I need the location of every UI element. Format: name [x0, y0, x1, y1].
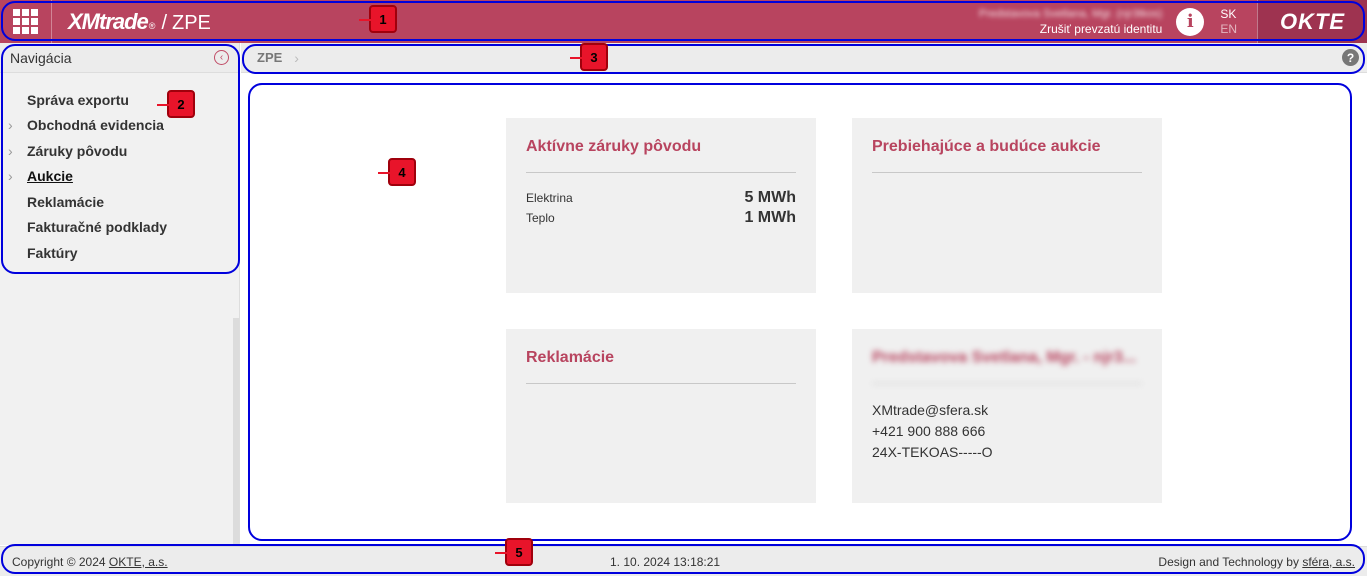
- card-complaints: Reklamácie: [506, 329, 816, 503]
- contact-email: XMtrade@sfera.sk: [872, 402, 989, 418]
- sidebar-header: Navigácia ‹: [0, 43, 239, 73]
- user-box: Predstavova Svetlana, Mgr. (njr3tkos) Zr…: [979, 7, 1162, 37]
- sidebar-item-zaruky-povodu[interactable]: › Záruky pôvodu: [0, 138, 239, 164]
- sidebar-item-label: Faktúry: [27, 244, 78, 261]
- help-icon[interactable]: ?: [1342, 49, 1359, 66]
- annotation-badge-3: 3: [570, 43, 608, 71]
- okte-link[interactable]: OKTE, a.s.: [109, 555, 168, 569]
- top-bar-right: Predstavova Svetlana, Mgr. (njr3tkos) Zr…: [979, 0, 1367, 43]
- contact-code: 24X-TEKOAS-----O: [872, 444, 993, 460]
- brand-separator: /: [161, 11, 167, 34]
- design-text: Design and Technology by: [1158, 554, 1299, 569]
- footer-design: Design and Technology by sféra, a.s.: [1158, 555, 1355, 569]
- sidebar-item-label: Obchodná evidencia: [27, 117, 164, 134]
- breadcrumb: ZPE › ?: [241, 43, 1367, 73]
- card-active-guarantees: Aktívne záruky pôvodu Elektrina 5 MWh Te…: [506, 118, 816, 293]
- sidebar-item-label: Záruky pôvodu: [27, 142, 128, 159]
- footer-datetime: 1. 10. 2024 13:18:21: [610, 554, 721, 569]
- sidebar-title: Navigácia: [10, 49, 72, 66]
- chevron-right-icon[interactable]: ›: [8, 117, 27, 133]
- top-bar: XMtrade ® / ZPE Predstavova Svetlana, Mg…: [0, 0, 1367, 43]
- breadcrumb-item-zpe[interactable]: ZPE: [257, 50, 282, 65]
- stat-value: 5 MWh: [744, 189, 796, 206]
- brand-registered-mark: ®: [148, 20, 156, 31]
- apps-grid-icon: [13, 9, 38, 34]
- main-content: Aktívne záruky pôvodu Elektrina 5 MWh Te…: [241, 74, 1367, 545]
- sidebar-item-obchodna-evidencia[interactable]: › Obchodná evidencia: [0, 113, 239, 139]
- sidebar-item-label: Aukcie: [27, 168, 73, 185]
- collapse-sidebar-icon[interactable]: ‹: [214, 50, 229, 65]
- sidebar-scrollbar[interactable]: [233, 318, 239, 545]
- sidebar-item-fakturacne-podklady[interactable]: Fakturačné podklady: [0, 215, 239, 241]
- sidebar-item-faktury[interactable]: Faktúry: [0, 240, 239, 266]
- lang-en[interactable]: EN: [1220, 22, 1237, 37]
- language-switcher: SK EN: [1220, 7, 1237, 37]
- sfera-link[interactable]: sféra, a.s.: [1302, 555, 1355, 569]
- sidebar-item-sprava-exportu[interactable]: Správa exportu: [0, 87, 239, 113]
- annotation-badge-5: 5: [495, 538, 533, 566]
- card-title[interactable]: Reklamácie: [526, 349, 796, 384]
- apps-menu-button[interactable]: [0, 0, 52, 43]
- chevron-right-icon: ›: [294, 49, 299, 66]
- brand-module-name: ZPE: [172, 11, 211, 34]
- card-title[interactable]: Prebiehajúce a budúce aukcie: [872, 138, 1142, 173]
- sidebar-nav: Správa exportu › Obchodná evidencia › Záru…: [0, 73, 239, 266]
- card-title[interactable]: Aktívne záruky pôvodu: [526, 138, 796, 173]
- footer: Copyright © 2024 OKTE, a.s. 1. 10. 2024 …: [0, 546, 1367, 576]
- stat-row-heat: Teplo 1 MWh: [526, 209, 796, 229]
- annotation-badge-4: 4: [378, 158, 416, 186]
- stat-label: Teplo: [526, 211, 555, 225]
- okte-logo[interactable]: OKTE: [1257, 0, 1367, 43]
- stat-value: 1 MWh: [744, 209, 796, 226]
- sidebar-item-reklamacie[interactable]: Reklamácie: [0, 189, 239, 215]
- info-icon[interactable]: i: [1176, 7, 1205, 36]
- sidebar-item-label: Reklamácie: [27, 193, 105, 210]
- annotation-badge-2: 2: [157, 90, 195, 118]
- sidebar-item-label: Fakturačné podklady: [27, 219, 168, 236]
- copyright-text: Copyright © 2024: [12, 554, 106, 569]
- card-title: Predstavova Svetlana, Mgr. - njr3...: [872, 349, 1142, 384]
- cancel-identity-link[interactable]: Zrušiť prevzatú identitu: [979, 22, 1163, 37]
- stat-label: Elektrina: [526, 191, 573, 205]
- contact-phone: +421 900 888 666: [872, 423, 986, 439]
- app-brand[interactable]: XMtrade ® / ZPE: [68, 9, 211, 35]
- stat-row-electricity: Elektrina 5 MWh: [526, 189, 796, 209]
- card-auctions: Prebiehajúce a budúce aukcie: [852, 118, 1162, 293]
- footer-copyright: Copyright © 2024 OKTE, a.s.: [12, 555, 168, 569]
- sidebar: Navigácia ‹ Správa exportu › Obchodná evi…: [0, 43, 240, 545]
- chevron-right-icon[interactable]: ›: [8, 143, 27, 159]
- okte-logo-text: OKTE: [1279, 8, 1346, 34]
- sidebar-item-label: Správa exportu: [27, 91, 129, 108]
- brand-logo-text: XMtrade: [68, 8, 149, 34]
- sidebar-item-aukcie[interactable]: › Aukcie: [0, 164, 239, 190]
- card-account: Predstavova Svetlana, Mgr. - njr3... XMt…: [852, 329, 1162, 503]
- lang-sk[interactable]: SK: [1220, 7, 1237, 22]
- annotation-badge-1: 1: [359, 5, 397, 33]
- user-name: Predstavova Svetlana, Mgr. (njr3tkos): [978, 7, 1163, 20]
- chevron-right-icon[interactable]: ›: [8, 168, 27, 184]
